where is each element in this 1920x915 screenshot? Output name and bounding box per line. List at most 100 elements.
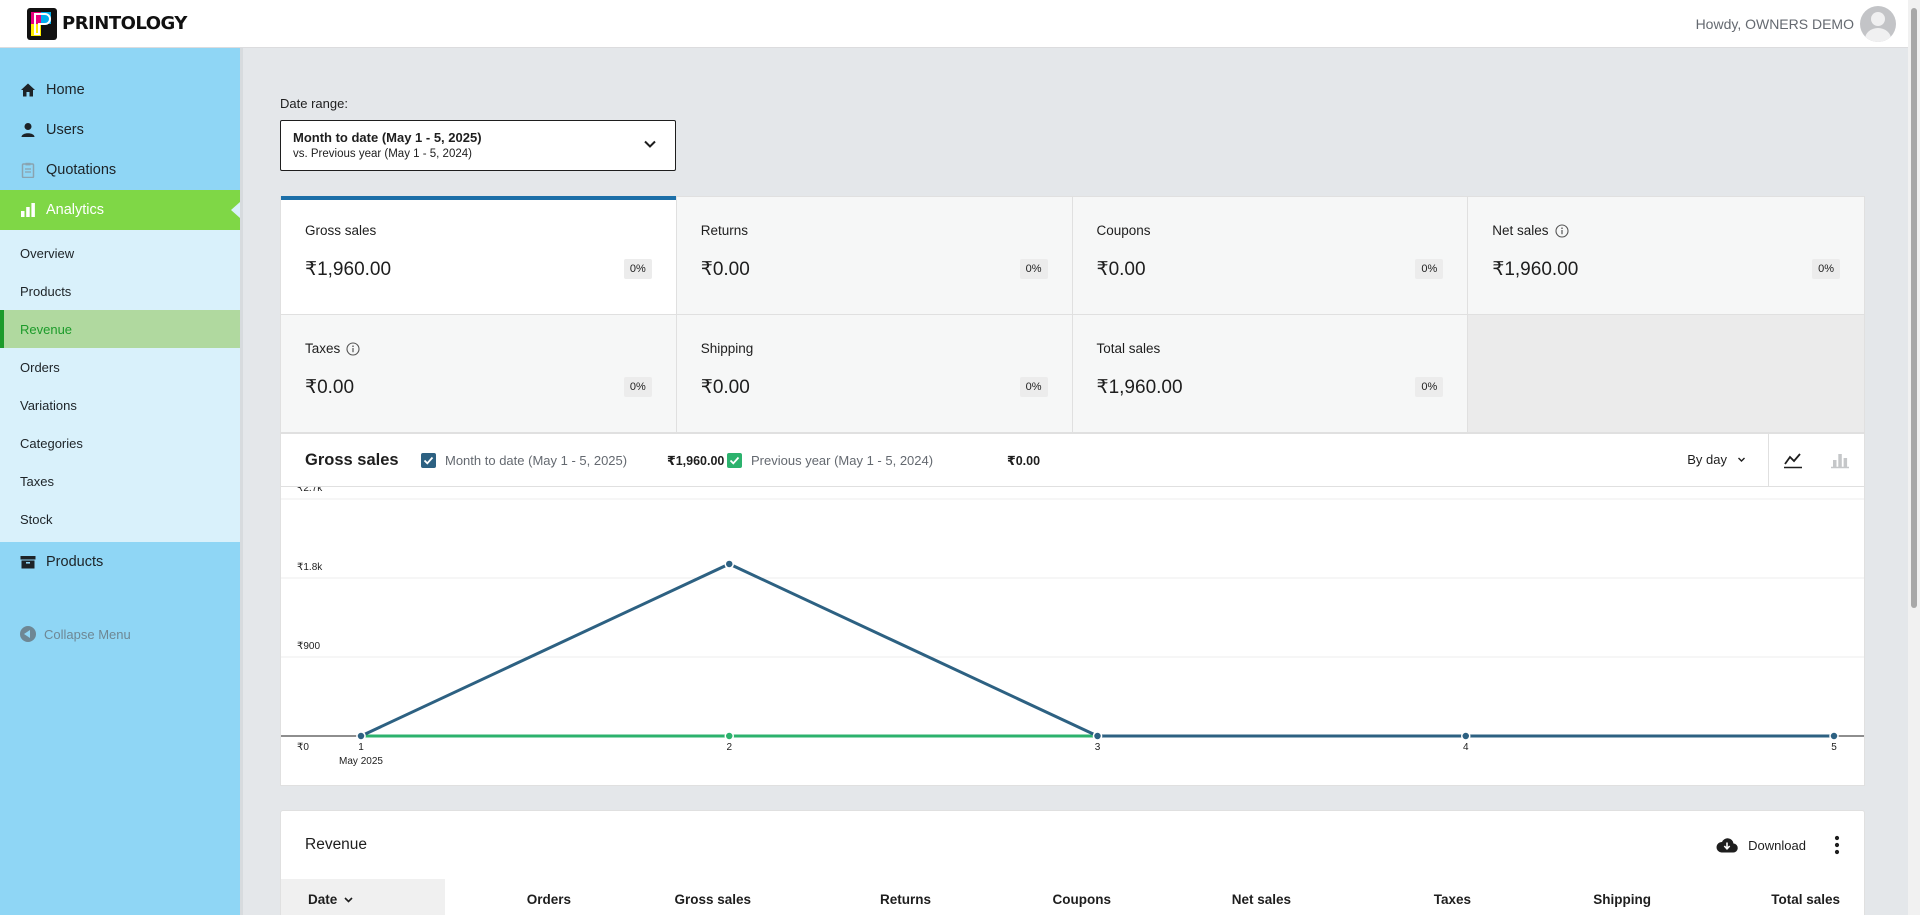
summary-tiles: Gross sales ₹1,960.00 0% Returns ₹0.00 0… [280, 196, 1865, 434]
date-range-label: Date range: [280, 96, 348, 111]
revenue-table-column-headers: Date Orders Gross sales Returns Coupons … [281, 879, 1864, 915]
legend-item-previous[interactable]: Previous year (May 1 - 5, 2024) ₹0.00 [727, 452, 1041, 468]
analytics-submenu: Overview Products Revenue Orders Variati… [0, 230, 240, 542]
summary-tile-empty [1468, 315, 1864, 433]
sidebar-item-label: Analytics [46, 202, 105, 218]
submenu-item-stock[interactable]: Stock [0, 500, 240, 538]
column-header-taxes[interactable]: Taxes [1315, 879, 1495, 915]
checkbox-checked-icon[interactable] [727, 452, 742, 468]
chart-card: Gross sales Month to date (May 1 - 5, 20… [280, 434, 1865, 786]
column-header-date[interactable]: Date [281, 879, 445, 915]
tile-label: Coupons [1096, 223, 1151, 238]
tile-value: ₹0.00 [305, 377, 355, 398]
x-tick-label: 3 [1095, 742, 1101, 753]
printology-logo-icon [27, 7, 57, 40]
avatar[interactable] [1860, 5, 1896, 42]
data-point [1092, 731, 1103, 741]
summary-tile-net-sales[interactable]: Net sales ₹1,960.00 0% [1468, 197, 1864, 315]
info-icon[interactable] [346, 341, 360, 356]
brand-logo[interactable]: PRINTOLOGY [26, 7, 187, 41]
tile-label: Net sales [1492, 223, 1549, 238]
delta-badge: 0% [1415, 259, 1444, 279]
tile-label: Total sales [1096, 341, 1161, 356]
column-header-coupons[interactable]: Coupons [955, 879, 1135, 915]
top-bar: PRINTOLOGY Howdy, OWNERS DEMO [0, 0, 1908, 48]
line-chart-icon[interactable] [1783, 451, 1803, 469]
scrollbar-thumb[interactable] [1911, 8, 1917, 608]
submenu-item-products[interactable]: Products [0, 272, 240, 310]
submenu-item-taxes[interactable]: Taxes [0, 462, 240, 500]
date-range-secondary: vs. Previous year (May 1 - 5, 2024) [293, 148, 472, 160]
tile-label-wrap: Net sales [1492, 223, 1840, 238]
page-scrollbar[interactable] [1908, 0, 1920, 915]
column-header-label: Date [308, 891, 338, 907]
sidebar-item-quotations[interactable]: Quotations [0, 150, 240, 190]
collapse-menu-button[interactable]: Collapse Menu [0, 626, 240, 642]
summary-tile-coupons[interactable]: Coupons ₹0.00 0% [1072, 197, 1469, 315]
submenu-item-categories[interactable]: Categories [0, 424, 240, 462]
submenu-item-orders[interactable]: Orders [0, 348, 240, 386]
summary-tile-total-sales[interactable]: Total sales ₹1,960.00 0% [1072, 315, 1469, 433]
summary-tile-taxes[interactable]: Taxes ₹0.00 0% [281, 315, 677, 433]
delta-badge: 0% [1812, 259, 1840, 279]
collapse-arrow-icon [20, 626, 36, 642]
summary-tile-gross-sales[interactable]: Gross sales ₹1,960.00 0% [281, 196, 677, 315]
tile-value: ₹0.00 [1096, 259, 1146, 280]
chevron-down-icon [344, 896, 353, 903]
sidebar-item-users[interactable]: Users [0, 110, 240, 150]
tile-label: Taxes [305, 341, 341, 356]
y-tick-label: ₹900 [297, 641, 320, 652]
more-vertical-icon[interactable] [1834, 835, 1840, 855]
x-tick-label: 1 [358, 742, 364, 753]
revenue-table-actions: Download [1716, 835, 1840, 855]
column-header-total-sales[interactable]: Total sales [1675, 879, 1864, 915]
download-label: Download [1748, 837, 1806, 853]
sidebar: Home Users Quotations Analytics Overview… [0, 48, 243, 915]
sidebar-item-analytics[interactable]: Analytics [0, 190, 240, 230]
info-icon[interactable] [1554, 223, 1569, 238]
submenu-item-revenue[interactable]: Revenue [0, 310, 240, 348]
data-point [1829, 731, 1839, 741]
archive-icon [20, 554, 36, 570]
revenue-table-header: Revenue Download [281, 811, 1864, 879]
home-icon [20, 82, 36, 98]
submenu-item-variations[interactable]: Variations [0, 386, 240, 424]
column-header-net-sales[interactable]: Net sales [1135, 879, 1315, 915]
sidebar-item-label: Users [46, 122, 84, 138]
column-header-shipping[interactable]: Shipping [1495, 879, 1675, 915]
column-header-orders[interactable]: Orders [445, 879, 595, 915]
data-point [1461, 731, 1471, 741]
column-header-returns[interactable]: Returns [775, 879, 955, 915]
checkbox-checked-icon[interactable] [421, 452, 436, 468]
main-content: Date range: Month to date (May 1 - 5, 20… [280, 96, 1865, 915]
sidebar-item-home[interactable]: Home [0, 70, 240, 110]
chevron-down-icon [1738, 457, 1745, 462]
summary-tile-shipping[interactable]: Shipping ₹0.00 0% [676, 315, 1073, 433]
data-point [724, 559, 734, 569]
gross-sales-line-chart: ₹0 ₹900 ₹1.8k ₹2.7k 1 2 3 4 5 May 2025 [281, 487, 1864, 767]
tile-value: ₹0.00 [700, 259, 750, 280]
sidebar-item-products[interactable]: Products [0, 542, 240, 582]
interval-select-value: By day [1687, 452, 1727, 467]
series-line [360, 562, 1834, 738]
cloud-download-icon [1716, 837, 1738, 853]
x-tick-label: 5 [1831, 742, 1837, 753]
download-button[interactable]: Download [1716, 837, 1806, 854]
x-tick-label: 4 [1463, 742, 1469, 753]
legend-item-current[interactable]: Month to date (May 1 - 5, 2025) ₹1,960.0… [421, 452, 727, 468]
brand-name: PRINTOLOGY [62, 13, 187, 34]
tile-label: Gross sales [305, 223, 377, 238]
delta-badge: 0% [623, 377, 652, 397]
bar-chart-icon[interactable] [1830, 451, 1850, 469]
submenu-item-overview[interactable]: Overview [0, 234, 240, 272]
revenue-table-card: Revenue Download Date Orders Gross sales… [280, 810, 1865, 915]
account-menu[interactable]: Howdy, OWNERS DEMO [1696, 5, 1896, 42]
x-tick-label: 2 [726, 742, 732, 753]
delta-badge: 0% [623, 259, 652, 279]
legend-total: ₹0.00 [1007, 453, 1041, 468]
date-range-picker[interactable]: Month to date (May 1 - 5, 2025) vs. Prev… [280, 120, 676, 171]
interval-select[interactable]: By day [1687, 452, 1746, 467]
summary-tile-returns[interactable]: Returns ₹0.00 0% [676, 197, 1073, 315]
legend-label: Previous year (May 1 - 5, 2024) [751, 452, 934, 468]
column-header-gross-sales[interactable]: Gross sales [595, 879, 775, 915]
